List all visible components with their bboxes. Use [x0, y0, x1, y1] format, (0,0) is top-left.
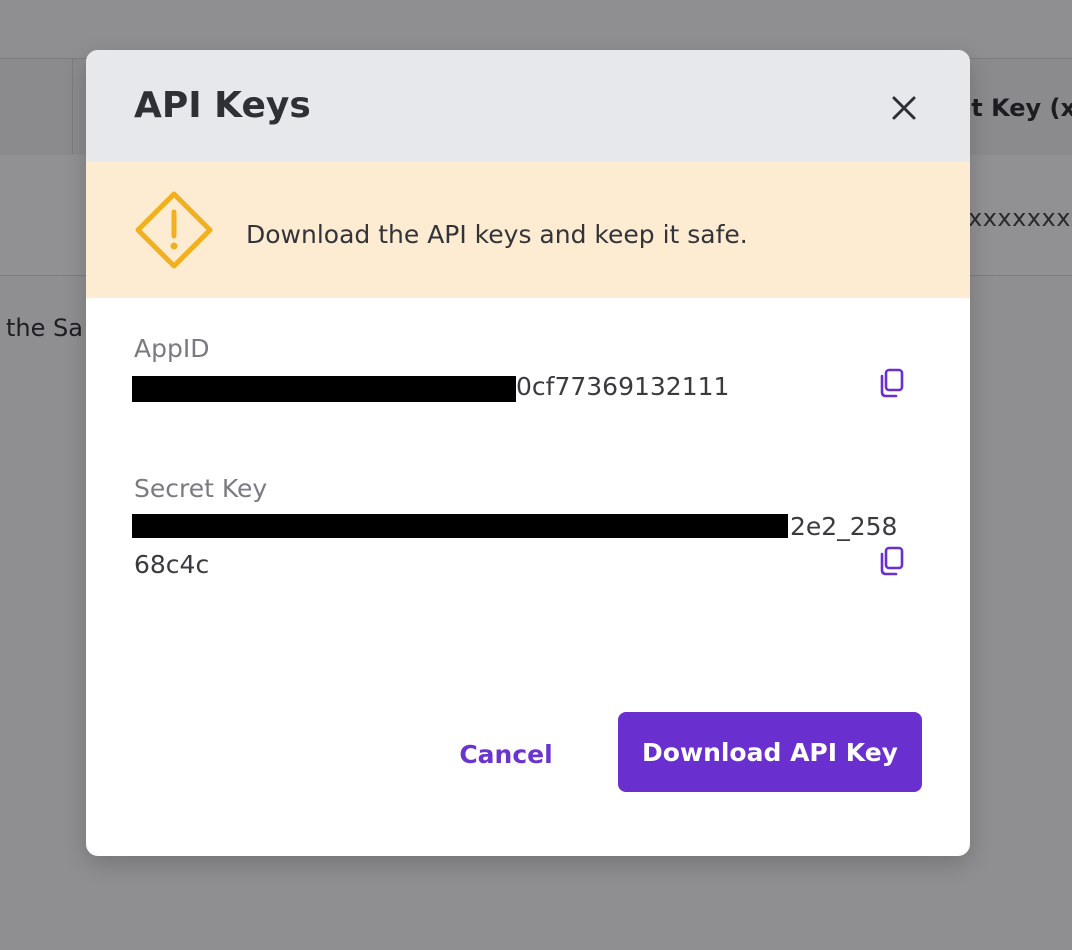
background-secret-key-header: et Key (x	[955, 94, 1072, 122]
secret-key-value-line1: 2e2_258	[790, 512, 898, 541]
secret-key-redaction	[132, 514, 788, 538]
copy-app-id-icon[interactable]	[876, 366, 910, 400]
background-column-divider	[72, 58, 73, 154]
copy-secret-key-icon[interactable]	[876, 544, 910, 578]
secret-key-value-line2: 68c4c	[134, 550, 210, 579]
app-id-value: 0cf77369132111	[516, 372, 730, 401]
api-keys-modal: API Keys Download the API keys and keep …	[86, 50, 970, 856]
cancel-button[interactable]: Cancel	[438, 732, 574, 776]
warning-diamond-icon	[135, 191, 213, 269]
modal-header: API Keys	[86, 50, 970, 162]
close-icon	[892, 96, 916, 120]
app-id-label: AppID	[134, 334, 210, 363]
warning-text: Download the API keys and keep it safe.	[246, 220, 748, 249]
modal-title: API Keys	[134, 85, 311, 126]
secret-key-label: Secret Key	[134, 474, 268, 503]
background-masked-secret: xxxxxxxx	[968, 204, 1072, 232]
close-button[interactable]	[884, 88, 924, 128]
download-api-key-button[interactable]: Download API Key	[618, 712, 922, 792]
background-text: the Sa	[6, 314, 83, 342]
warning-banner: Download the API keys and keep it safe.	[86, 162, 970, 298]
app-id-redaction	[132, 376, 516, 402]
